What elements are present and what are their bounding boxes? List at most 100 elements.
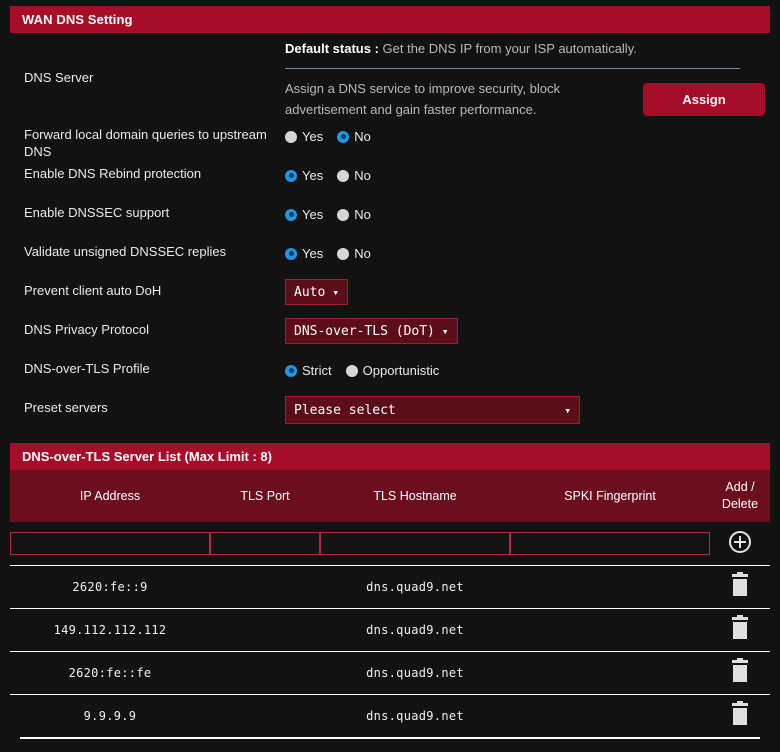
cell-tls-hostname: dns.quad9.net [320, 607, 510, 651]
radio-label: Yes [302, 207, 324, 222]
trash-icon[interactable] [731, 658, 749, 682]
section-header: WAN DNS Setting [10, 6, 770, 33]
dns-server-label: DNS Server [24, 69, 94, 85]
chevron-down-icon: ▾ [332, 285, 339, 299]
setting-row-enable-dns-rebind-protection: Enable DNS Rebind protection Yes No [10, 160, 770, 199]
dns-default-status: Default status : Get the DNS IP from you… [285, 40, 770, 58]
setting-row-dns-privacy-protocol: DNS Privacy Protocol DNS-over-TLS (DoT) … [10, 316, 770, 355]
table-bottom-rule [20, 737, 760, 739]
page-title: WAN DNS Setting [22, 12, 133, 27]
select-value: Auto [294, 284, 326, 300]
radio-indicator [285, 247, 297, 260]
cell-tls-port [210, 564, 320, 608]
setting-row-validate-unsigned-dnssec-replies: Validate unsigned DNSSEC replies Yes No [10, 238, 770, 277]
plus-circle-icon[interactable] [729, 530, 751, 553]
radio-label: No [354, 168, 371, 183]
settings-list: DNS Server Default status : Get the DNS … [0, 33, 780, 433]
radio-indicator [285, 364, 297, 377]
radio-rebind-yes[interactable]: Yes [285, 168, 323, 183]
enable-dns-rebind-protection-radio-group: Yes No [285, 162, 770, 183]
radio-profile-opportunistic[interactable]: Opportunistic [345, 363, 439, 378]
chevron-down-icon: ▾ [441, 324, 449, 338]
cell-tls-port [210, 693, 320, 737]
trash-icon[interactable] [731, 701, 749, 726]
radio-label: No [354, 207, 371, 222]
cell-tls-port [210, 607, 320, 651]
column-header-tls-port: TLS Port [210, 470, 320, 522]
dns-privacy-protocol-label: DNS Privacy Protocol [24, 322, 149, 337]
dns-over-tls-server-list-panel: DNS-over-TLS Server List (Max Limit : 8)… [10, 443, 770, 739]
validate-unsigned-dnssec-replies-label: Validate unsigned DNSSEC replies [24, 244, 227, 259]
trash-icon[interactable] [731, 572, 749, 596]
preset-servers-select[interactable]: Please select ▾ [285, 396, 580, 424]
forward-local-domain-queries-radio-group: Yes No [285, 123, 770, 144]
prevent-client-auto-doh-select[interactable]: Auto ▾ [285, 279, 348, 305]
cell-spki-fingerprint [510, 607, 710, 651]
radio-indicator [337, 130, 350, 143]
dns-default-status-value: Get the DNS IP from your ISP automatical… [378, 41, 637, 56]
server-list-table: IP Address TLS Port TLS Hostname SPKI Fi… [10, 470, 770, 737]
column-header-spki-fingerprint: SPKI Fingerprint [510, 470, 710, 522]
validate-unsigned-dnssec-replies-radio-group: Yes No [285, 240, 770, 261]
forward-local-domain-queries-label: Forward local domain queries to upstream… [24, 127, 267, 159]
radio-label: No [354, 129, 371, 144]
assign-button[interactable]: Assign [643, 82, 765, 116]
table-row: 2620:fe::fe dns.quad9.net [10, 650, 770, 694]
cell-ip-address: 2620:fe::9 [10, 564, 210, 608]
radio-forward-yes[interactable]: Yes [285, 129, 323, 144]
cell-spki-fingerprint [510, 650, 710, 694]
dns-over-tls-profile-label: DNS-over-TLS Profile [24, 361, 150, 376]
cell-tls-hostname: dns.quad9.net [320, 564, 510, 608]
column-header-add-line: Add / [725, 480, 755, 494]
column-header-ip-address: IP Address [10, 470, 210, 522]
dns-privacy-protocol-select[interactable]: DNS-over-TLS (DoT) ▾ [285, 318, 458, 344]
cell-spki-fingerprint [510, 564, 710, 608]
column-header-add-delete: Add / Delete [710, 470, 770, 522]
select-value: DNS-over-TLS (DoT) [294, 323, 435, 339]
enable-dnssec-support-radio-group: Yes No [285, 201, 770, 222]
ip-address-input[interactable] [10, 531, 210, 555]
chevron-down-icon: ▾ [564, 403, 571, 417]
radio-rebind-no[interactable]: No [337, 168, 371, 183]
setting-row-dns-over-tls-profile: DNS-over-TLS Profile Strict Opportunisti… [10, 355, 770, 394]
dns-over-tls-profile-radio-group: Strict Opportunistic [285, 357, 770, 378]
cell-spki-fingerprint [510, 693, 710, 737]
radio-label: Yes [302, 246, 324, 261]
radio-indicator [337, 208, 350, 221]
radio-label: Strict [302, 363, 332, 378]
prevent-client-auto-doh-label: Prevent client auto DoH [24, 283, 162, 298]
radio-validate-yes[interactable]: Yes [285, 246, 323, 261]
server-list-header: DNS-over-TLS Server List (Max Limit : 8) [10, 443, 770, 470]
cell-ip-address: 9.9.9.9 [10, 693, 210, 737]
cell-tls-hostname: dns.quad9.net [320, 693, 510, 737]
radio-indicator [285, 130, 297, 143]
radio-dnssec-yes[interactable]: Yes [285, 207, 323, 222]
radio-indicator [337, 247, 350, 260]
preset-servers-label: Preset servers [24, 400, 108, 415]
cell-tls-port [210, 650, 320, 694]
cell-ip-address: 149.112.112.112 [10, 607, 210, 651]
radio-indicator [345, 364, 358, 377]
cell-tls-hostname: dns.quad9.net [320, 650, 510, 694]
new-server-row [10, 522, 770, 565]
radio-profile-strict[interactable]: Strict [285, 363, 332, 378]
tls-hostname-input[interactable] [320, 531, 510, 555]
enable-dnssec-support-label: Enable DNSSEC support [24, 205, 170, 220]
radio-label: Yes [302, 168, 324, 183]
radio-validate-no[interactable]: No [337, 246, 371, 261]
spki-fingerprint-input[interactable] [510, 531, 710, 555]
table-row: 149.112.112.112 dns.quad9.net [10, 607, 770, 651]
trash-icon[interactable] [731, 615, 749, 639]
dns-default-status-label: Default status : [285, 41, 379, 56]
column-header-tls-hostname: TLS Hostname [320, 470, 510, 522]
column-header-delete-line: Delete [721, 497, 759, 511]
setting-row-enable-dnssec-support: Enable DNSSEC support Yes No [10, 199, 770, 238]
radio-forward-no[interactable]: No [337, 129, 371, 144]
enable-dns-rebind-protection-label: Enable DNS Rebind protection [24, 166, 202, 181]
server-list-title: DNS-over-TLS Server List (Max Limit : 8) [22, 449, 272, 464]
wan-dns-setting-page: WAN DNS Setting DNS Server Default statu… [0, 6, 780, 752]
tls-port-input[interactable] [210, 531, 320, 555]
table-row: 9.9.9.9 dns.quad9.net [10, 693, 770, 737]
radio-dnssec-no[interactable]: No [337, 207, 371, 222]
radio-label: No [354, 246, 371, 261]
